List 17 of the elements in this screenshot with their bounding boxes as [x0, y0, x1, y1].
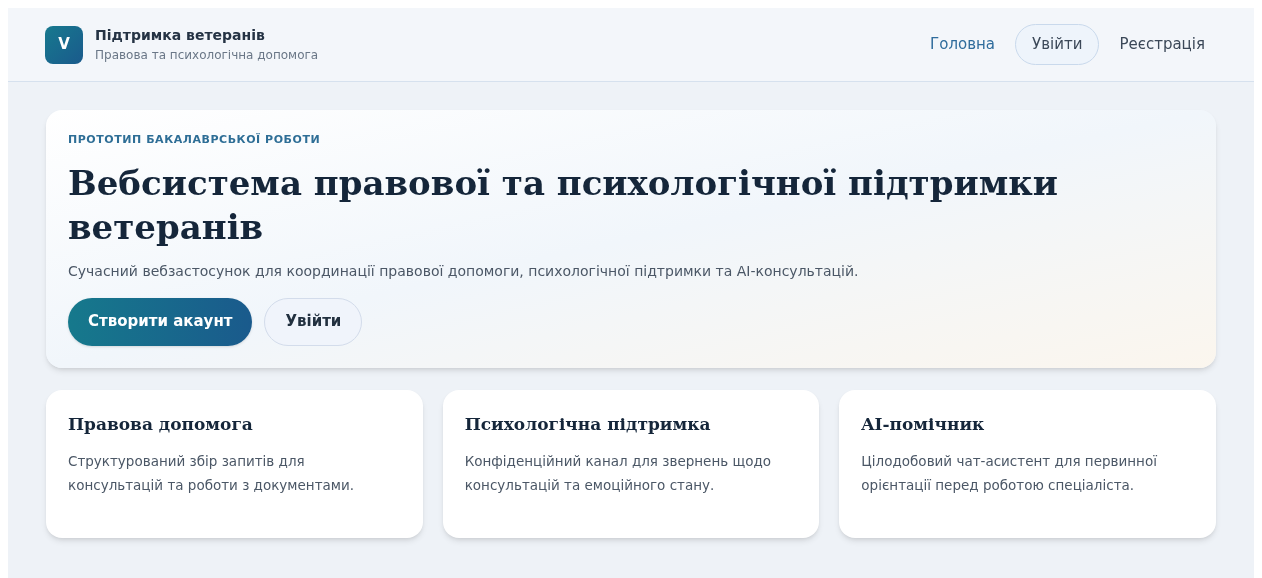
- login-button[interactable]: Увійти: [264, 297, 363, 346]
- hero-description: Сучасний вебзастосунок для координації правової допомоги, психологічної підтримки та AI-консультацій.: [68, 261, 860, 281]
- feature-description: Цілодобовий чат-асистент для первинної орієнтації перед роботою спеціаліста.: [861, 452, 1158, 495]
- logo-badge: V: [45, 25, 83, 64]
- eyebrow-label: ПРОТОТИП БАКАЛАВРСЬКОЇ РОБОТИ: [68, 132, 322, 148]
- feature-description: Конфіденційний канал для звернень щодо консультацій та емоційного стану.: [464, 452, 773, 495]
- create-account-button[interactable]: Створити акаунт: [68, 297, 253, 346]
- feature-title: AI-помічник: [861, 412, 986, 436]
- nav-link[interactable]: Головна: [918, 25, 1007, 64]
- nav-link[interactable]: Реєстрація: [1107, 25, 1217, 64]
- nav-link[interactable]: Увійти: [1015, 24, 1100, 65]
- feature-description: Структурований збір запитів для консультацій та роботи з документами.: [68, 452, 356, 495]
- feature-title: Правова допомога: [68, 412, 254, 436]
- site-subtitle: Правова та психологічна допомога: [95, 47, 319, 64]
- hero-title: Вебсистема правової та психологічної підтримки ветеранів: [68, 161, 1059, 249]
- feature-title: Психологічна підтримка: [464, 412, 712, 436]
- site-title: Підтримка ветеранів: [95, 26, 266, 45]
